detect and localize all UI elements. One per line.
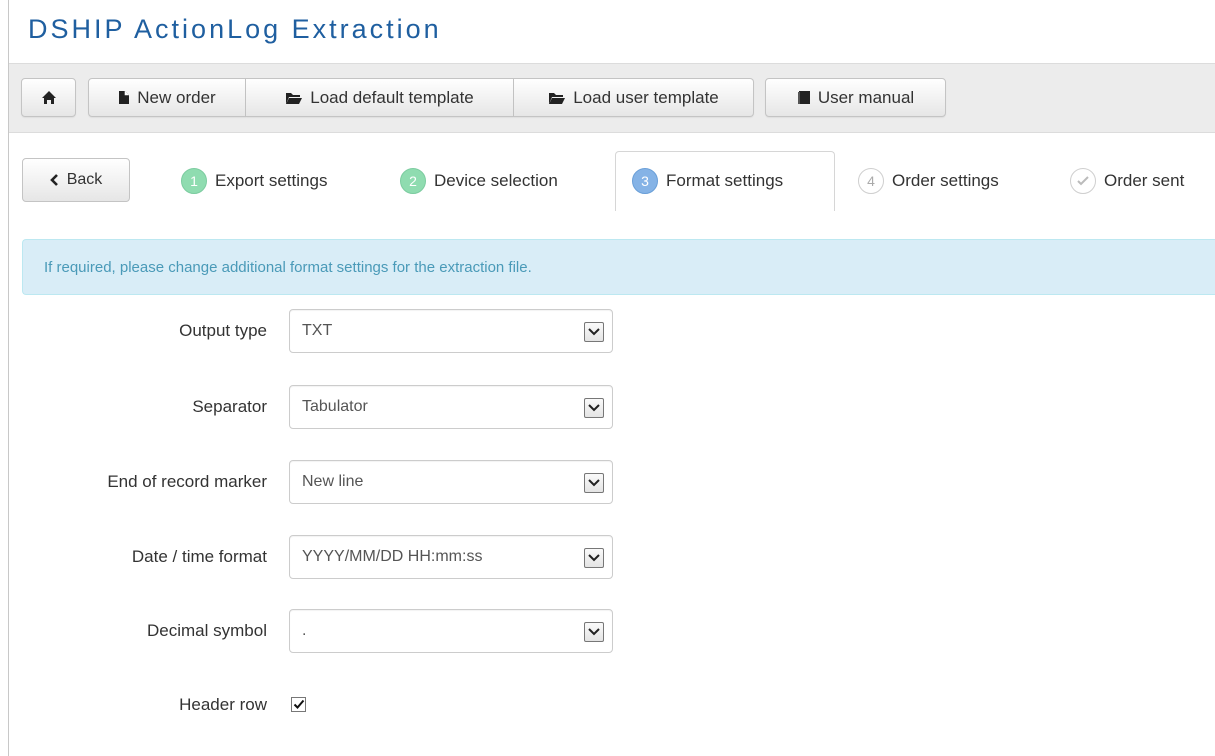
user-manual-button[interactable]: User manual: [765, 78, 946, 117]
book-icon: [797, 90, 811, 105]
info-alert: If required, please change additional fo…: [22, 239, 1215, 295]
form-row-decimal-symbol: Decimal symbol .: [9, 609, 629, 653]
decimal-symbol-label: Decimal symbol: [147, 621, 267, 640]
new-order-label: New order: [137, 87, 216, 107]
decimal-symbol-select[interactable]: .: [289, 609, 613, 653]
file-icon: [118, 90, 130, 105]
info-message: If required, please change additional fo…: [44, 258, 532, 276]
decimal-symbol-value: .: [302, 622, 307, 639]
end-of-record-marker-label: End of record marker: [107, 472, 267, 491]
step-number-badge: 1: [181, 168, 207, 194]
date-time-format-select[interactable]: YYYY/MM/DD HH:mm:ss: [289, 535, 613, 579]
output-type-value: TXT: [302, 322, 333, 339]
end-of-record-marker-select[interactable]: New line: [289, 460, 613, 504]
form-row-header-row: Header row: [9, 683, 629, 727]
wizard-steps: Back 1 Export settings 2 Device selectio…: [9, 133, 1215, 223]
form-row-end-of-record-marker: End of record marker New line: [9, 460, 629, 504]
chevron-down-icon[interactable]: [584, 548, 604, 568]
folder-open-icon: [548, 91, 566, 105]
home-button[interactable]: [21, 78, 76, 117]
step-number-badge: 3: [632, 168, 658, 194]
step-format-settings[interactable]: 3 Format settings: [632, 168, 783, 194]
header-row-checkbox[interactable]: [291, 697, 306, 712]
form-row-output-type: Output type TXT: [9, 309, 629, 353]
chevron-down-icon[interactable]: [584, 322, 604, 342]
step-number-badge: 2: [400, 168, 426, 194]
separator-value: Tabulator: [302, 398, 368, 415]
header-row-label: Header row: [179, 695, 267, 714]
step-number-badge: 4: [858, 168, 884, 194]
end-of-record-marker-value: New line: [302, 473, 364, 490]
step-order-sent[interactable]: Order sent: [1070, 168, 1184, 194]
separator-label: Separator: [192, 397, 267, 416]
load-user-template-label: Load user template: [573, 87, 719, 107]
back-label: Back: [66, 171, 103, 188]
separator-select[interactable]: Tabulator: [289, 385, 613, 429]
home-icon: [41, 90, 57, 105]
form-row-separator: Separator Tabulator: [9, 385, 629, 429]
step-label: Device selection: [434, 171, 558, 190]
step-order-settings[interactable]: 4 Order settings: [858, 168, 999, 194]
back-button[interactable]: Back: [22, 158, 130, 202]
chevron-down-icon[interactable]: [584, 622, 604, 642]
app-title: DSHIP ActionLog Extraction: [28, 14, 442, 44]
load-user-template-button[interactable]: Load user template: [514, 78, 754, 117]
step-export-settings[interactable]: 1 Export settings: [181, 168, 327, 194]
step-label: Format settings: [666, 171, 784, 190]
chevron-left-icon: [49, 174, 59, 186]
step-label: Order settings: [892, 171, 999, 190]
check-circle-icon: [1070, 168, 1096, 194]
new-order-button[interactable]: New order: [88, 78, 246, 117]
folder-open-icon: [285, 91, 303, 105]
output-type-label: Output type: [179, 321, 267, 340]
date-time-format-label: Date / time format: [131, 547, 267, 566]
checkmark-icon: [293, 699, 305, 710]
date-time-format-value: YYYY/MM/DD HH:mm:ss: [302, 548, 483, 565]
load-default-template-button[interactable]: Load default template: [246, 78, 514, 117]
toolbar: New order Load default template Load use…: [9, 63, 1215, 133]
load-default-template-label: Load default template: [310, 87, 474, 107]
output-type-select[interactable]: TXT: [289, 309, 613, 353]
chevron-down-icon[interactable]: [584, 473, 604, 493]
form-row-date-time-format: Date / time format YYYY/MM/DD HH:mm:ss: [9, 535, 629, 579]
step-label: Export settings: [215, 171, 328, 190]
chevron-down-icon[interactable]: [584, 398, 604, 418]
step-device-selection[interactable]: 2 Device selection: [400, 168, 558, 194]
user-manual-label: User manual: [817, 87, 915, 107]
step-label: Order sent: [1104, 171, 1185, 190]
